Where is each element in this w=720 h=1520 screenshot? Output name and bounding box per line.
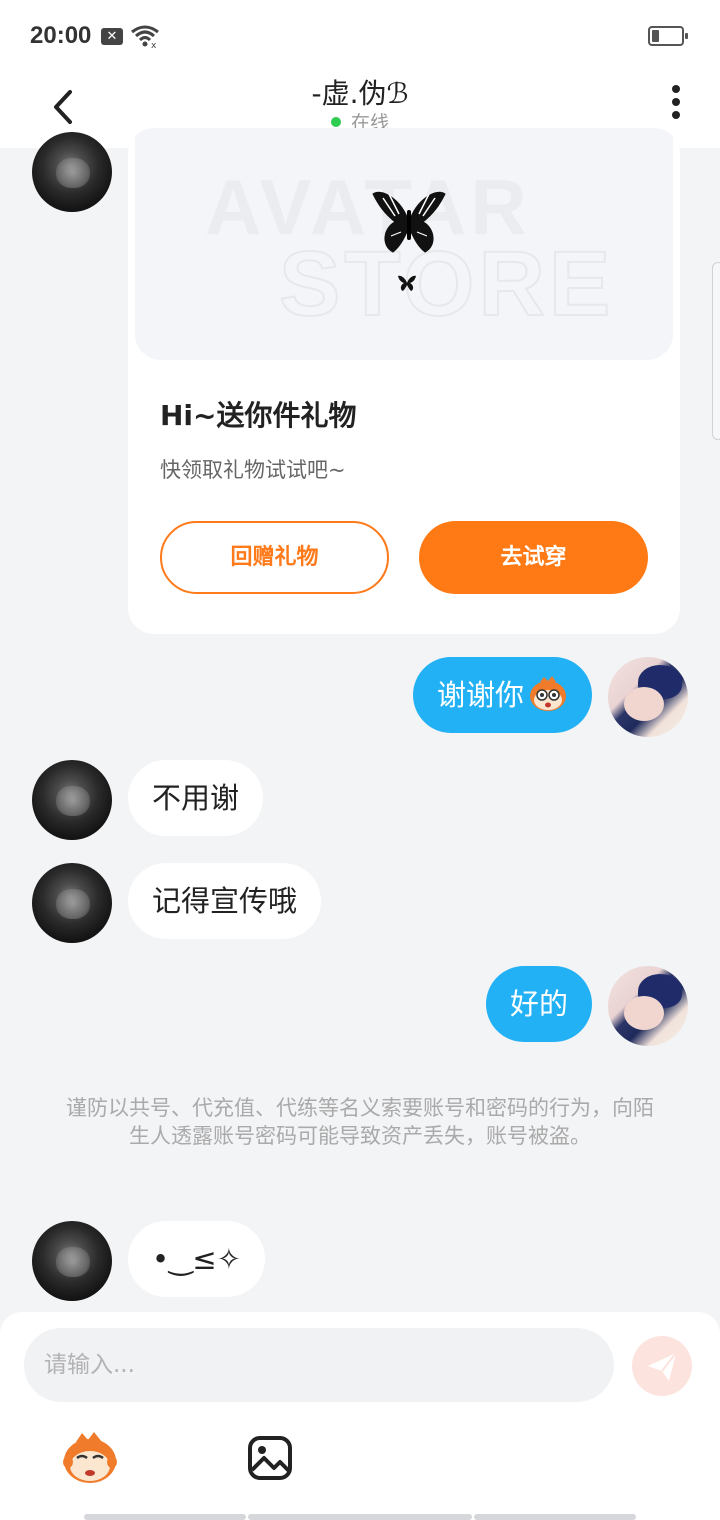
message-text: 不用谢: [152, 781, 240, 815]
more-vertical-icon[interactable]: [662, 80, 690, 124]
avatar[interactable]: [32, 132, 112, 212]
contact-name: -虚.伪ℬ: [311, 77, 409, 110]
butterfly-image: [372, 191, 446, 253]
gift-card: AVATAR STORE Hi~送你件礼物 快领取礼物试试吧~ 回赠礼物 去试穿: [128, 128, 680, 634]
send-button[interactable]: [632, 1336, 692, 1396]
monkey-emoji-icon[interactable]: [60, 1430, 120, 1486]
avatar[interactable]: [32, 863, 112, 943]
monkey-emoji-icon: [530, 676, 566, 711]
message-text: •‿≤✧: [152, 1242, 242, 1276]
gift-title: Hi~送你件礼物: [160, 399, 357, 432]
image-icon[interactable]: [246, 1434, 294, 1482]
nav-bar-segment: [474, 1514, 636, 1520]
paper-plane-icon: [648, 1352, 677, 1381]
message-text: 好的: [509, 987, 568, 1021]
input-panel: [0, 1312, 720, 1520]
nav-bar-segment: [248, 1514, 472, 1520]
message-input[interactable]: [24, 1328, 614, 1402]
online-dot: [330, 116, 341, 127]
message-bubble[interactable]: 记得宣传哦: [128, 863, 322, 939]
nav-bar-segment: [84, 1514, 246, 1520]
message-text: 谢谢你: [436, 678, 524, 712]
status-time: 20:00: [30, 22, 92, 49]
return-gift-button[interactable]: 回赠礼物: [160, 521, 389, 594]
message-bubble[interactable]: 谢谢你: [412, 657, 592, 733]
avatar[interactable]: [32, 760, 112, 840]
battery-low-icon: [648, 26, 688, 46]
status-bar: 20:00 ✕ x: [0, 0, 720, 72]
avatar[interactable]: [608, 657, 688, 737]
avatar[interactable]: [608, 966, 688, 1046]
butterfly-image: [398, 275, 416, 291]
gift-subtitle: 快领取礼物试试吧~: [160, 458, 346, 482]
message-bubble[interactable]: •‿≤✧: [128, 1221, 266, 1297]
gift-banner: AVATAR STORE: [135, 128, 673, 360]
try-on-button[interactable]: 去试穿: [419, 521, 648, 594]
scroll-indicator[interactable]: [712, 262, 720, 440]
avatar[interactable]: [32, 1221, 112, 1301]
message-text: 记得宣传哦: [152, 884, 298, 918]
message-bubble[interactable]: 好的: [485, 966, 592, 1042]
wifi-icon: x: [131, 25, 159, 48]
message-bubble[interactable]: 不用谢: [128, 760, 264, 836]
svg-text:x: x: [151, 41, 157, 48]
close-box-icon: ✕: [101, 28, 123, 45]
security-notice: 谨防以共号、代充值、代练等名义索要账号和密码的行为，向陌生人透露账号密码可能导致…: [66, 1096, 654, 1148]
